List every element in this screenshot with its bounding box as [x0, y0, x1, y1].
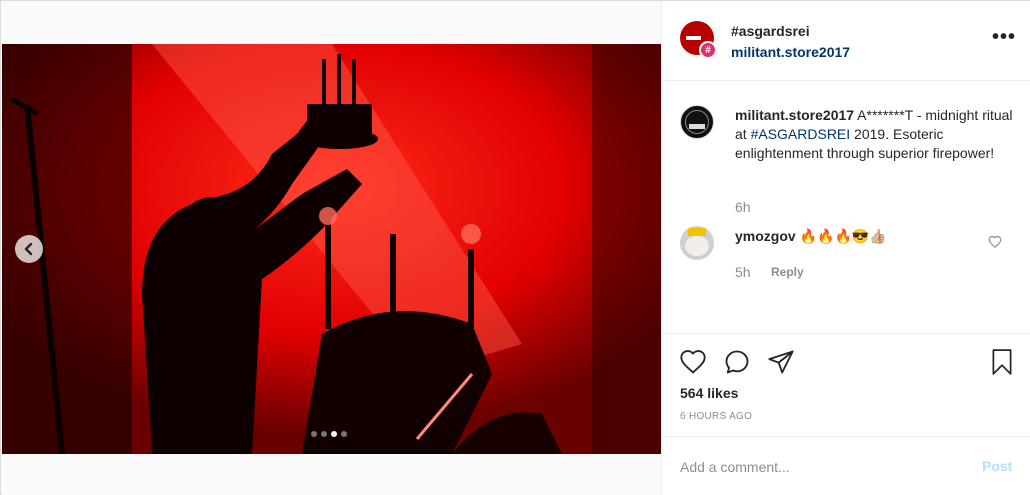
heart-icon[interactable] [679, 348, 707, 376]
post-comment-button[interactable]: Post [982, 458, 1012, 474]
post-header: # #asgardsrei militant.store2017 ••• [662, 1, 1030, 81]
caption-username[interactable]: militant.store2017 [735, 107, 854, 123]
reply-button[interactable]: Reply [771, 265, 804, 279]
carousel-dot-active [331, 431, 337, 437]
post-photo[interactable] [2, 44, 661, 454]
comment-username[interactable]: ymozgov [735, 228, 796, 244]
comments-section: militant.store2017 A*******T - midnight … [662, 81, 1030, 333]
likes-count[interactable]: 564 likes [680, 385, 738, 401]
carousel-indicator [311, 431, 347, 437]
carousel-prev-button[interactable] [15, 235, 43, 263]
post-timestamp[interactable]: 6 HOURS AGO [680, 411, 752, 422]
caption: militant.store2017 A*******T - midnight … [735, 106, 1015, 163]
comment-icon[interactable] [723, 348, 751, 376]
comment-input[interactable] [680, 456, 970, 478]
comment-text: 🔥🔥🔥😎👍🏼 [795, 228, 887, 244]
author-avatar[interactable] [680, 105, 714, 139]
comment: ymozgov 🔥🔥🔥😎👍🏼 [735, 227, 887, 246]
author-username[interactable]: militant.store2017 [731, 44, 850, 60]
bookmark-icon[interactable] [989, 348, 1015, 376]
carousel-dot [321, 431, 327, 437]
carousel-dot [341, 431, 347, 437]
share-icon[interactable] [767, 348, 795, 376]
caption-hashtag-link[interactable]: #ASGARDSREI [751, 126, 851, 142]
caption-time[interactable]: 6h [735, 199, 751, 215]
commenter-avatar[interactable] [680, 226, 714, 260]
hashtag-badge-icon: # [699, 41, 717, 59]
comment-like-heart-icon[interactable] [988, 235, 1002, 249]
carousel-dot [311, 431, 317, 437]
hashtag-title[interactable]: #asgardsrei [731, 23, 810, 39]
chevron-left-icon [24, 242, 33, 256]
action-bar: 564 likes 6 HOURS AGO [662, 333, 1030, 436]
post-details-panel: # #asgardsrei militant.store2017 ••• mil… [661, 1, 1030, 495]
post-container: # #asgardsrei militant.store2017 ••• mil… [0, 0, 1030, 495]
comment-time[interactable]: 5h [735, 264, 751, 280]
media-area [2, 1, 661, 495]
more-options-icon[interactable]: ••• [992, 26, 1016, 49]
add-comment-bar: Post [662, 436, 1030, 495]
